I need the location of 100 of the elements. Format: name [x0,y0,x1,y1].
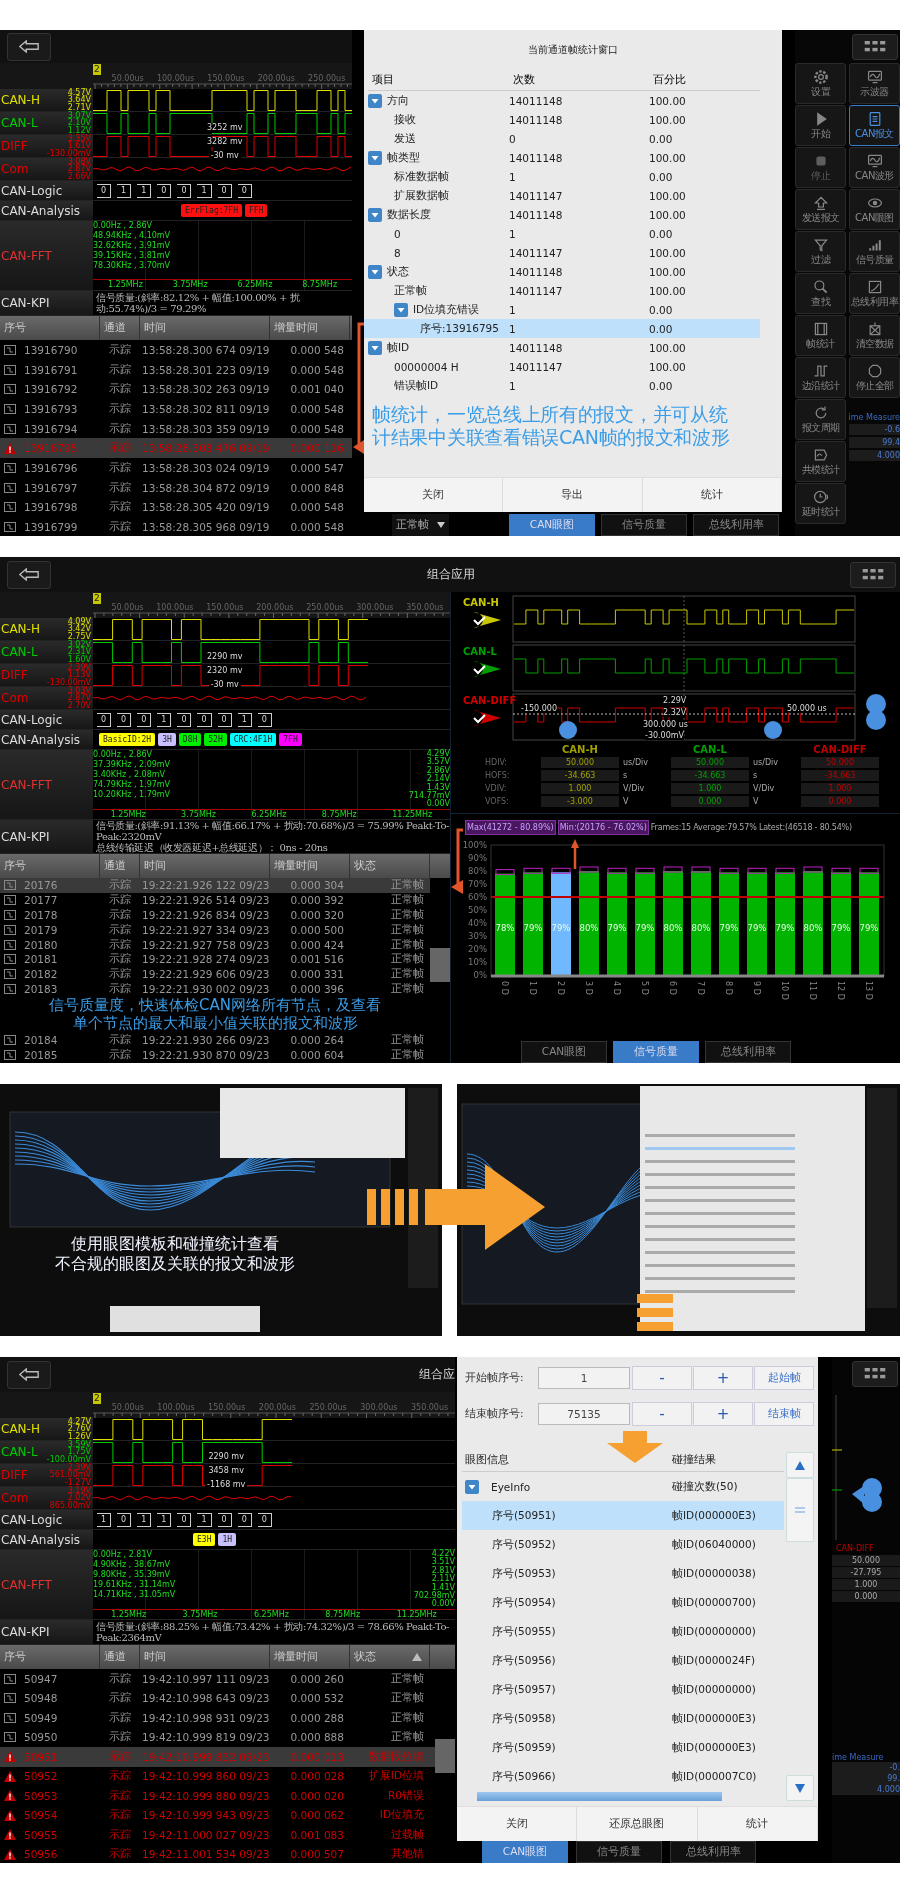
value-field[interactable]: 1.000 [671,783,749,794]
value-field[interactable]: 50.000 [541,757,619,768]
menu-button[interactable] [850,561,896,588]
bottom-tab[interactable]: CAN眼图 [482,1841,568,1863]
bottom-tab[interactable]: CAN眼图 [509,514,595,536]
tree-row[interactable]: 序号(50958) 帧ID(000000E3) [462,1704,784,1733]
tree-row[interactable]: 序号(50957) 帧ID(00000000) [462,1675,784,1704]
scroll-up-button[interactable] [786,1452,814,1478]
back-button[interactable] [7,560,51,589]
bar[interactable] [635,872,655,975]
expand-toggle-icon[interactable] [368,340,382,355]
tree-row[interactable]: 序号(50955) 帧ID(00000000) [462,1617,784,1646]
toolbar-button[interactable]: 总线利用率 [849,273,900,314]
toolbar-button[interactable]: 示波器 [849,63,900,104]
channel-name[interactable]: CAN-L [1,645,38,659]
tree-row[interactable]: 标准数据帧 1 0.00 [364,167,760,186]
status-dropdown[interactable]: 正常帧 [392,514,449,536]
toolbar-button[interactable]: 发送报文 [795,189,846,230]
tree-row[interactable]: 错误帧ID 1 0.00 [364,376,760,395]
input-field[interactable]: 1 [538,1367,630,1389]
frame-button[interactable]: 结束帧 [754,1402,814,1426]
max-label[interactable]: Max(41272 - 80.89%) [465,820,556,835]
tree-row[interactable]: 扩展数据帧 14011147 100.00 [364,186,760,205]
tree-row[interactable]: 序号(50959) 帧ID(000000E3) [462,1733,784,1762]
tree-row[interactable]: 帧类型 14011148 100.00 [364,148,760,167]
tree-row[interactable]: 序号(50953) 帧ID(00000038) [462,1559,784,1588]
tree-row[interactable]: 状态 14011148 100.00 [364,262,760,281]
expand-toggle-icon[interactable] [368,150,382,165]
bottom-tab[interactable]: 信号质量 [601,514,687,536]
channel-name[interactable]: CAN-H [1,93,40,107]
channel-name[interactable]: CAN-H [1,622,40,636]
bar[interactable] [579,871,599,975]
tree-row[interactable]: 帧ID 14011148 100.00 [364,338,760,357]
bar[interactable] [859,872,879,975]
scroll-down-button[interactable] [786,1775,814,1801]
tree-row[interactable]: 序号(50954) 帧ID(00000700) [462,1588,784,1617]
tree-row[interactable]: 00000004 H 14011147 100.00 [364,357,760,376]
frame-button[interactable]: 起始帧 [754,1366,814,1390]
bottom-tab[interactable]: 总线利用率 [693,514,779,536]
scrollbar[interactable] [435,1739,455,1773]
check-marker-icon[interactable] [473,710,501,726]
value-field[interactable]: -27.795 [832,1567,900,1578]
bottom-tab[interactable]: 总线利用率 [670,1841,756,1863]
value-field[interactable]: -3.000 [541,796,619,807]
bar[interactable] [691,871,711,975]
dialog-button[interactable]: 统计 [697,1807,818,1841]
tree-row[interactable]: 正常帧 14011147 100.00 [364,281,760,300]
tree-row[interactable]: 序号(50956) 帧ID(0000024F) [462,1646,784,1675]
tree-row[interactable]: 方向 14011148 100.00 [364,91,760,110]
expand-toggle-icon[interactable] [368,207,382,222]
scrollbar[interactable] [430,948,450,982]
expand-toggle-icon[interactable] [465,1479,479,1494]
bar[interactable] [719,872,739,975]
bar[interactable] [607,872,627,975]
expand-toggle-icon[interactable] [368,264,382,279]
tree-row[interactable]: 8 14011147 100.00 [364,243,760,262]
toolbar-button[interactable]: CAN波形 [849,147,900,188]
bar[interactable] [747,872,767,975]
value-field[interactable]: -34.663 [541,770,619,781]
value-field[interactable]: 1.000 [832,1579,900,1590]
tree-row[interactable]: 序号(50951) 帧ID(000000E3) [462,1501,784,1530]
dialog-button[interactable]: 还原总眼图 [577,1807,698,1841]
toolbar-button[interactable]: CAN眼图 [849,189,900,230]
bottom-tab[interactable]: 信号质量 [576,1841,662,1863]
dialog-button[interactable]: 关闭 [364,478,504,512]
scroll-thumb[interactable] [786,1478,814,1542]
bar[interactable] [775,872,795,975]
bar[interactable] [495,873,515,975]
value-field[interactable]: 1.000 [541,783,619,794]
input-field[interactable]: 75135 [538,1403,630,1425]
cursor-handle[interactable] [764,721,782,739]
back-button[interactable] [7,32,51,61]
tree-row[interactable]: EyeInfo 碰撞次数(50) [462,1472,784,1501]
bar[interactable] [803,871,823,975]
toolbar-button[interactable]: 信号质量 [849,231,900,272]
channel-name[interactable]: CAN-L [1,1445,38,1459]
bar[interactable] [551,872,571,975]
increment-button[interactable]: + [693,1402,753,1426]
bottom-tab[interactable]: 信号质量 [613,1041,699,1063]
value-field[interactable]: 50.000 [671,757,749,768]
level-marker-icon[interactable] [866,694,886,730]
channel-name[interactable]: CAN-H [1,1422,40,1436]
menu-button[interactable] [852,33,898,60]
check-marker-icon[interactable] [473,661,501,677]
toolbar-button[interactable]: 开始 [795,105,846,146]
toolbar-button[interactable]: 共模统计 [795,441,846,482]
toolbar-button[interactable]: 过滤 [795,231,846,272]
value-field[interactable]: 50.000 [832,1555,900,1566]
channel-name[interactable]: CAN-L [1,116,38,130]
tree-row[interactable]: 序号(50966) 帧ID(000007C0) [462,1762,784,1791]
toolbar-button[interactable]: 设置 [795,63,846,104]
toolbar-button[interactable]: 延时统计 [795,483,846,524]
back-button[interactable] [7,1360,51,1389]
bottom-tab[interactable]: 总线利用率 [705,1041,791,1063]
min-label[interactable]: Min:(20176 - 76.02%) [557,820,649,835]
table-row[interactable]: 20176 示踪 19:22:21.926 122 09/23 0.000 304 正常帧 [0,878,430,893]
value-field[interactable]: 0.000 [671,796,749,807]
toolbar-button[interactable]: CAN报文 [849,105,900,146]
tree-row[interactable]: 发送 0 0.00 [364,129,760,148]
bottom-tab[interactable]: CAN眼图 [521,1041,607,1063]
